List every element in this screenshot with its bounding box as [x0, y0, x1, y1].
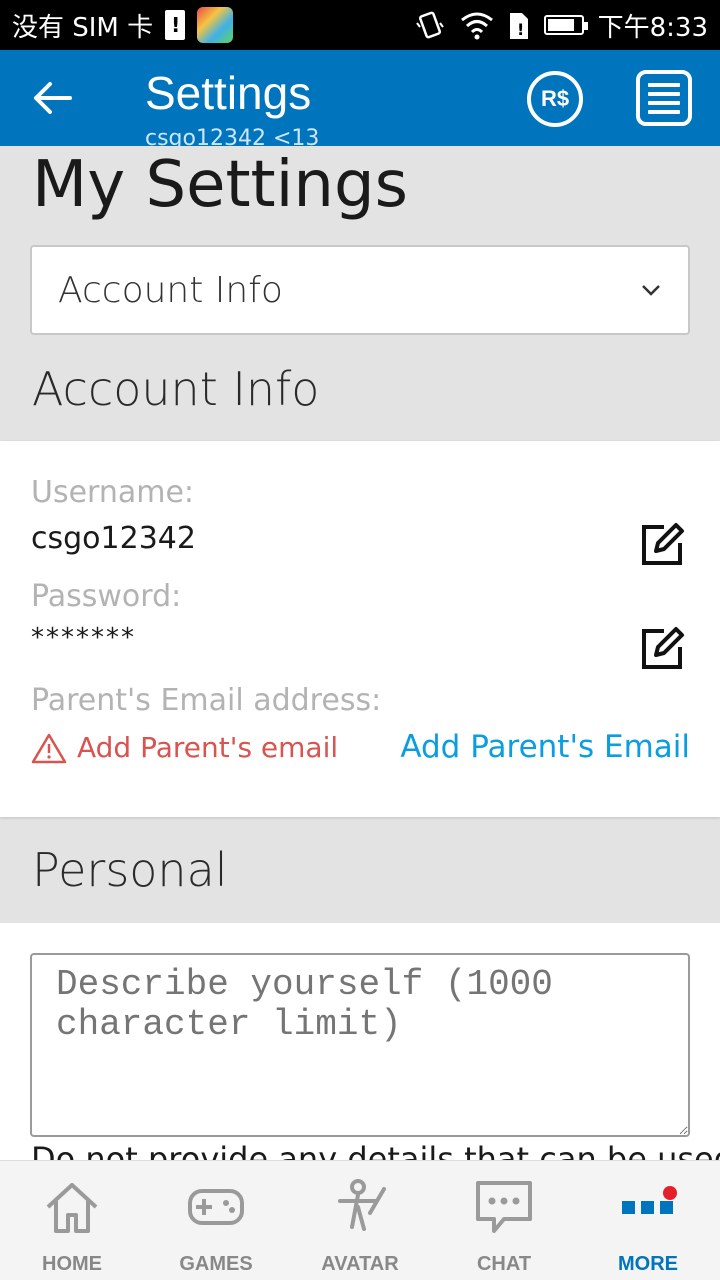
nav-home-label: HOME — [42, 1253, 102, 1275]
wifi-icon — [460, 12, 493, 40]
account-info-card: Username: csgo12342 Password: ******* Pa… — [0, 441, 720, 817]
menu-button[interactable] — [636, 70, 692, 126]
bottom-nav: HOME GAMES AVATAR CHAT MORE — [0, 1160, 720, 1280]
back-arrow-icon[interactable] — [30, 76, 74, 120]
nav-avatar[interactable]: AVATAR — [288, 1161, 432, 1280]
nav-games-label: GAMES — [179, 1253, 253, 1275]
status-bar: 没有 SIM 卡 ! 下午8:33 — [0, 0, 720, 50]
app-notification-icon — [197, 7, 234, 43]
app-header: Settings csgo12342 <13 R$ — [0, 50, 720, 146]
account-info-heading: Account Info — [32, 362, 320, 416]
nav-home[interactable]: HOME — [0, 1161, 144, 1280]
password-value: ******* — [31, 623, 136, 653]
header-title: Settings — [145, 67, 312, 119]
add-parent-email-link[interactable]: Add Parent's Email — [400, 729, 690, 765]
parent-email-warning: Add Parent's email — [31, 731, 338, 764]
header-username: csgo12342 <13 — [145, 126, 320, 146]
vibrate-icon — [415, 11, 444, 39]
no-sim-icon: ! — [509, 13, 528, 39]
sd-card-alert-icon — [165, 10, 186, 40]
clock-text: 下午8:33 — [597, 12, 708, 43]
warning-text: Add Parent's email — [77, 731, 339, 764]
chat-icon — [476, 1181, 532, 1233]
parent-email-label: Parent's Email address: — [31, 683, 382, 718]
password-label: Password: — [31, 579, 182, 614]
page-title: My Settings — [32, 148, 408, 222]
edit-username-icon[interactable] — [638, 521, 686, 569]
avatar-icon — [338, 1179, 386, 1231]
carrier-text: 没有 SIM 卡 — [12, 12, 154, 43]
chevron-down-icon — [642, 285, 660, 296]
gamepad-icon — [188, 1189, 244, 1225]
nav-chat[interactable]: CHAT — [432, 1161, 576, 1280]
nav-avatar-label: AVATAR — [321, 1253, 399, 1275]
settings-category-select[interactable]: Account Info — [30, 245, 690, 335]
username-value: csgo12342 — [31, 521, 196, 556]
home-icon — [46, 1183, 98, 1233]
robux-label: R$ — [540, 86, 570, 111]
nav-more[interactable]: MORE — [576, 1161, 720, 1280]
description-input[interactable] — [30, 953, 690, 1137]
personal-heading: Personal — [32, 843, 228, 897]
battery-icon — [543, 15, 588, 35]
username-label: Username: — [31, 475, 195, 510]
nav-games[interactable]: GAMES — [144, 1161, 288, 1280]
edit-password-icon[interactable] — [638, 625, 686, 673]
robux-button[interactable]: R$ — [527, 71, 583, 127]
notification-dot — [663, 1186, 677, 1200]
nav-more-label: MORE — [618, 1253, 678, 1275]
more-icon — [622, 1186, 677, 1214]
nav-chat-label: CHAT — [476, 1253, 532, 1275]
warning-icon — [31, 733, 67, 763]
select-value: Account Info — [58, 269, 283, 311]
svg-text:!: ! — [517, 20, 524, 39]
